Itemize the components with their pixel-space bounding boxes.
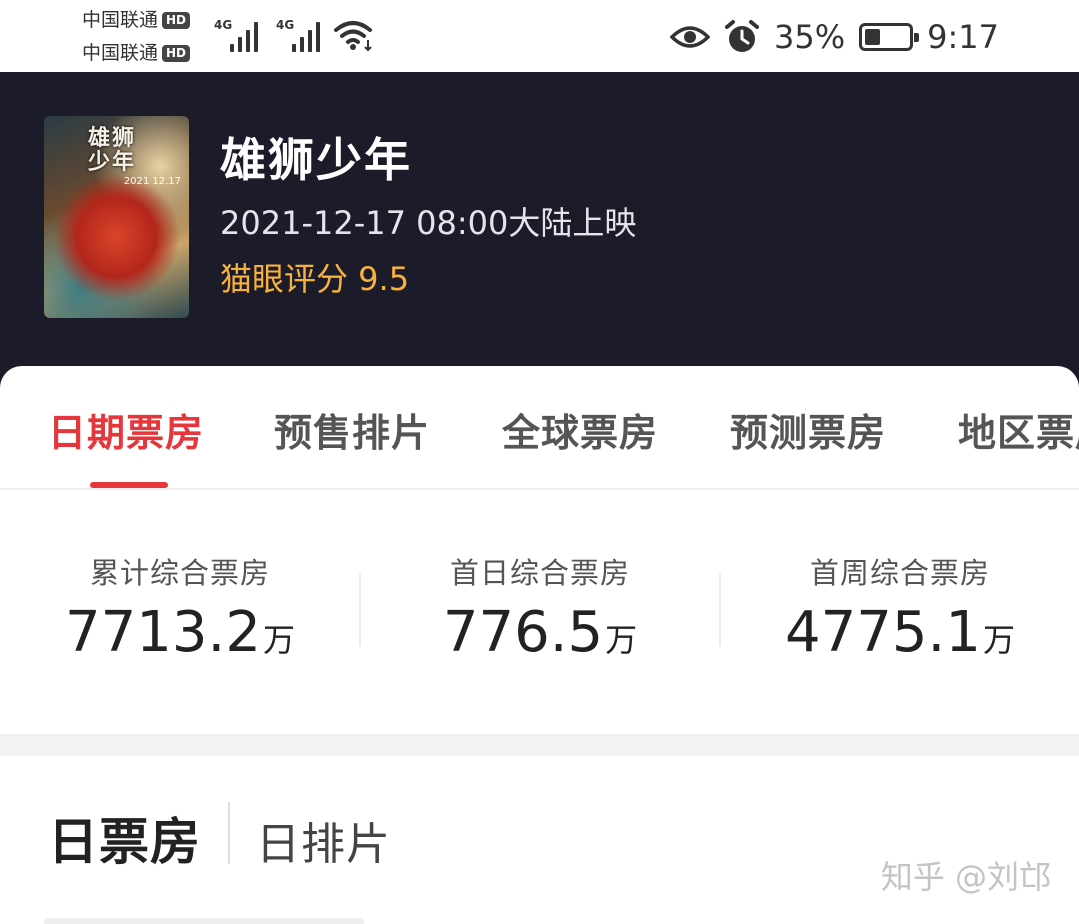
active-tab-indicator: [90, 482, 168, 488]
daily-subtabs: 日票房 日排片 知乎 @刘邙: [0, 756, 1079, 924]
subtab-daily-schedule[interactable]: 日排片: [256, 808, 391, 872]
carrier-1-name: 中国联通: [82, 9, 159, 31]
stat-unit: 万: [262, 621, 295, 659]
tab-regional-box-office[interactable]: 地区票房: [958, 402, 1079, 457]
movie-header: 雄狮少年 2021 12.17 雄狮少年 2021-12-17 08:00大陆上…: [0, 72, 1079, 402]
stat-first-day: 首日综合票房 776.5万: [360, 490, 720, 734]
battery-percent: 35%: [774, 18, 846, 56]
alarm-icon: [725, 20, 760, 52]
stat-unit: 万: [982, 621, 1015, 659]
battery-icon: [859, 23, 920, 51]
subtab-divider: [228, 802, 230, 864]
stat-cumulative: 累计综合票房 7713.2万: [0, 490, 360, 734]
table-header-placeholder: [44, 918, 364, 924]
status-bar: 中国联通 HD 中国联通 HD 4G 4G 35% 9:17: [0, 0, 1079, 72]
stat-label: 累计综合票房: [89, 556, 270, 590]
eye-icon: [670, 26, 711, 48]
stat-value-row: 7713.2万: [0, 600, 360, 665]
section-separator: [0, 734, 1079, 756]
tab-forecast-box-office[interactable]: 预测票房: [730, 402, 886, 457]
tab-daily-box-office[interactable]: 日期票房: [48, 402, 204, 457]
stat-value-row: 776.5万: [360, 600, 720, 665]
zhihu-watermark: 知乎 @刘邙: [880, 858, 1051, 896]
hd-badge: HD: [162, 11, 191, 29]
tab-presale-schedule[interactable]: 预售排片: [274, 402, 430, 457]
tab-global-box-office[interactable]: 全球票房: [502, 402, 658, 457]
status-right: 35% 9:17: [670, 14, 999, 60]
stat-value: 7713.2: [65, 600, 261, 665]
release-info: 2021-12-17 08:00大陆上映: [220, 204, 637, 242]
stat-label: 首日综合票房: [449, 556, 630, 590]
stat-value-row: 4775.1万: [720, 600, 1079, 665]
carrier-2: 中国联通 HD: [82, 42, 191, 64]
signal-icon: 4G: [276, 18, 328, 52]
stat-value: 776.5: [442, 600, 604, 665]
stat-value: 4775.1: [785, 600, 981, 665]
tab-bar: 日期票房 预售排片 全球票房 预测票房 地区票房: [0, 366, 1079, 490]
carrier-1: 中国联通 HD: [82, 9, 191, 31]
box-office-stats: 累计综合票房 7713.2万 首日综合票房 776.5万 首周综合票房 4775…: [0, 490, 1079, 734]
poster-title: 雄狮少年: [88, 125, 137, 175]
subtab-daily-box-office[interactable]: 日票房: [48, 802, 201, 874]
carrier-2-name: 中国联通: [82, 42, 159, 64]
movie-poster[interactable]: 雄狮少年 2021 12.17: [44, 116, 189, 318]
wifi-icon: [334, 21, 372, 52]
hd-badge: HD: [162, 44, 191, 62]
poster-date: 2021 12.17: [123, 176, 181, 187]
content-card: 日期票房 预售排片 全球票房 预测票房 地区票房 累计综合票房 7713.2万 …: [0, 366, 1079, 924]
stat-first-week: 首周综合票房 4775.1万: [720, 490, 1079, 734]
stat-label: 首周综合票房: [809, 556, 990, 590]
signal-icon: 4G: [214, 18, 266, 52]
clock-time: 9:17: [927, 18, 999, 56]
movie-title: 雄狮少年: [220, 133, 412, 187]
maoyan-rating: 猫眼评分 9.5: [220, 260, 410, 298]
stat-unit: 万: [605, 621, 638, 659]
